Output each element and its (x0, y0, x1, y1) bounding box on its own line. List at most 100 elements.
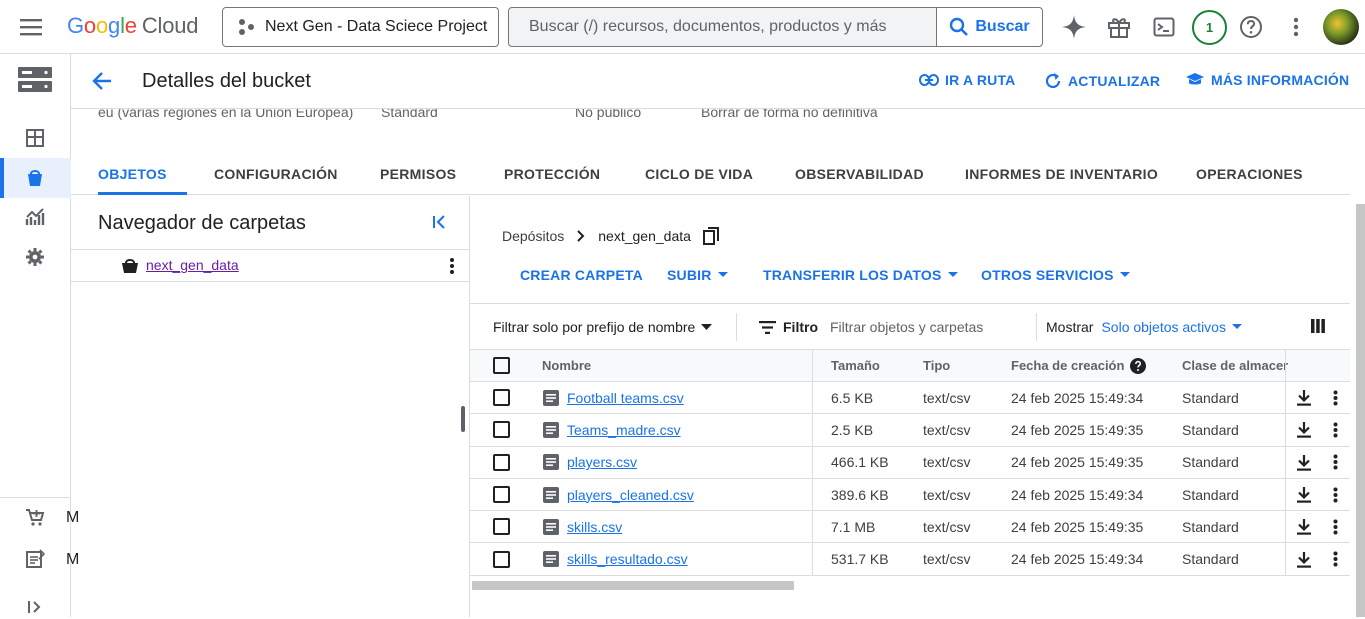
table-row[interactable]: skills_resultado.csv 531.7 KB text/csv 24 f… (470, 543, 1350, 576)
table-row[interactable]: skills.csv 7.1 MB text/csv 24 feb 2025 15:4… (470, 511, 1350, 544)
column-header-type[interactable]: Tipo (923, 350, 950, 381)
avatar[interactable] (1323, 9, 1359, 45)
vertical-scrollbar[interactable] (1356, 204, 1365, 617)
row-checkbox[interactable] (493, 511, 510, 542)
gift-icon[interactable] (1105, 13, 1133, 41)
collapse-panel-icon[interactable] (431, 213, 449, 231)
file-storage-class: Standard (1182, 486, 1239, 503)
more-vert-icon[interactable] (1333, 414, 1338, 445)
marketplace-icon[interactable] (25, 507, 47, 529)
folder-browser: Navegador de carpetas next_gen_data (71, 196, 470, 617)
more-vert-icon[interactable] (449, 257, 455, 275)
show-objects-dropdown[interactable]: Mostrar Solo objetos activos (1046, 319, 1242, 335)
row-checkbox[interactable] (493, 447, 510, 478)
tab-lifecycle[interactable]: CICLO DE VIDA (645, 166, 753, 182)
more-info-link[interactable]: MÁS INFORMACIÓN (1185, 72, 1349, 88)
storage-icon[interactable] (17, 66, 53, 94)
column-display-icon[interactable] (1311, 319, 1325, 333)
tab-operations[interactable]: OPERACIONES (1196, 166, 1303, 182)
dashboard-icon[interactable] (25, 128, 47, 150)
table-row[interactable]: Teams_madre.csv 2.5 KB text/csv 24 feb 2025… (470, 414, 1350, 447)
project-selector[interactable]: Next Gen - Data Sciece Project (222, 7, 499, 47)
table-row[interactable]: players_cleaned.csv 389.6 KB text/csv 24 fe… (470, 478, 1350, 512)
other-services-button[interactable]: OTROS SERVICIOS (981, 267, 1130, 283)
rail-selected-bucket[interactable] (0, 158, 71, 198)
download-icon[interactable] (1296, 382, 1312, 413)
tab-objects[interactable]: OBJETOS (98, 166, 167, 182)
more-vert-icon[interactable] (1282, 13, 1310, 41)
file-name-link[interactable]: Teams_madre.csv (567, 414, 681, 445)
search-input[interactable]: Buscar (/) recursos, documentos, product… (509, 18, 936, 36)
upload-button[interactable]: SUBIR (667, 267, 728, 283)
tab-permissions[interactable]: PERMISOS (380, 166, 456, 182)
more-vert-icon[interactable] (1333, 543, 1338, 574)
breadcrumb-root[interactable]: Depósitos (502, 228, 564, 244)
column-header-storage-class[interactable]: Clase de almacer (1182, 350, 1288, 381)
go-to-path-link[interactable]: IR A RUTA (919, 72, 1016, 88)
row-checkbox[interactable] (493, 479, 510, 510)
create-folder-button[interactable]: CREAR CARPETA (520, 267, 643, 283)
breadcrumb: Depósitos next_gen_data (502, 227, 719, 245)
upload-label: SUBIR (667, 267, 712, 283)
horizontal-scrollbar[interactable] (472, 581, 794, 590)
menu-icon[interactable] (18, 15, 44, 39)
column-header-size[interactable]: Tamaño (831, 350, 880, 381)
filter-input[interactable]: Filtrar objetos y carpetas (830, 319, 983, 335)
tab-configuration[interactable]: CONFIGURACIÓN (214, 166, 338, 182)
more-vert-icon[interactable] (1333, 511, 1338, 542)
select-all-checkbox[interactable] (493, 350, 510, 381)
tab-observability[interactable]: OBSERVABILIDAD (795, 166, 924, 182)
file-name-link[interactable]: Football teams.csv (567, 382, 684, 413)
help-icon[interactable] (1237, 13, 1265, 41)
column-header-name[interactable]: Nombre (542, 350, 591, 381)
search-bar[interactable]: Buscar (/) recursos, documentos, product… (508, 7, 1043, 47)
help-icon[interactable] (1130, 357, 1147, 374)
project-name: Next Gen - Data Sciece Project (265, 18, 488, 35)
column-header-created[interactable]: Fecha de creación (1011, 350, 1147, 381)
tab-inventory-reports[interactable]: INFORMES DE INVENTARIO (965, 166, 1158, 182)
table-header: Nombre Tamaño Tipo Fecha de creación Cla… (470, 349, 1350, 382)
file-type: text/csv (923, 486, 971, 503)
transfer-data-button[interactable]: TRANSFERIR LOS DATOS (763, 267, 958, 283)
settings-icon[interactable] (25, 247, 47, 269)
filter-button[interactable]: Filtro (759, 319, 818, 335)
file-name-link[interactable]: players.csv (567, 447, 637, 478)
table-row[interactable]: players.csv 466.1 KB text/csv 24 feb 2025 1… (470, 446, 1350, 479)
file-created: 24 feb 2025 15:49:35 (1011, 518, 1144, 535)
expand-icon[interactable] (25, 597, 47, 619)
copy-icon[interactable] (702, 227, 719, 245)
release-notes-icon[interactable] (25, 549, 47, 571)
cloud-shell-icon[interactable] (1150, 13, 1178, 41)
file-name-link[interactable]: skills_resultado.csv (567, 543, 688, 574)
folder-tree-label[interactable]: next_gen_data (146, 257, 239, 273)
tab-protection[interactable]: PROTECCIÓN (504, 166, 600, 182)
download-icon[interactable] (1296, 414, 1312, 445)
refresh-link[interactable]: ACTUALIZAR (1044, 72, 1160, 90)
created-header-label: Fecha de creación (1011, 358, 1125, 373)
row-checkbox[interactable] (493, 543, 510, 574)
search-button[interactable]: Buscar (936, 8, 1042, 46)
prefix-filter-dropdown[interactable]: Filtrar solo por prefijo de nombre (493, 319, 713, 335)
back-arrow-icon[interactable] (91, 70, 113, 92)
more-vert-icon[interactable] (1333, 447, 1338, 478)
show-select[interactable]: Solo objetos activos (1101, 319, 1242, 335)
folder-tree-item[interactable]: next_gen_data (71, 249, 470, 282)
download-icon[interactable] (1296, 511, 1312, 542)
row-checkbox[interactable] (493, 382, 510, 413)
download-icon[interactable] (1296, 447, 1312, 478)
resize-handle[interactable] (461, 406, 465, 432)
download-icon[interactable] (1296, 543, 1312, 574)
file-name-link[interactable]: players_cleaned.csv (567, 479, 694, 510)
more-vert-icon[interactable] (1333, 382, 1338, 413)
row-checkbox[interactable] (493, 414, 510, 445)
more-info-label: MÁS INFORMACIÓN (1211, 72, 1350, 88)
monitoring-icon[interactable] (25, 207, 47, 229)
gemini-icon[interactable] (1060, 13, 1088, 41)
download-icon[interactable] (1296, 479, 1312, 510)
more-vert-icon[interactable] (1333, 479, 1338, 510)
google-cloud-logo[interactable]: Google Cloud (67, 13, 198, 39)
filter-icon (759, 320, 776, 334)
table-row[interactable]: Football teams.csv 6.5 KB text/csv 24 feb 2… (470, 382, 1350, 415)
notification-badge[interactable]: 1 (1192, 10, 1227, 45)
file-name-link[interactable]: skills.csv (567, 511, 622, 542)
